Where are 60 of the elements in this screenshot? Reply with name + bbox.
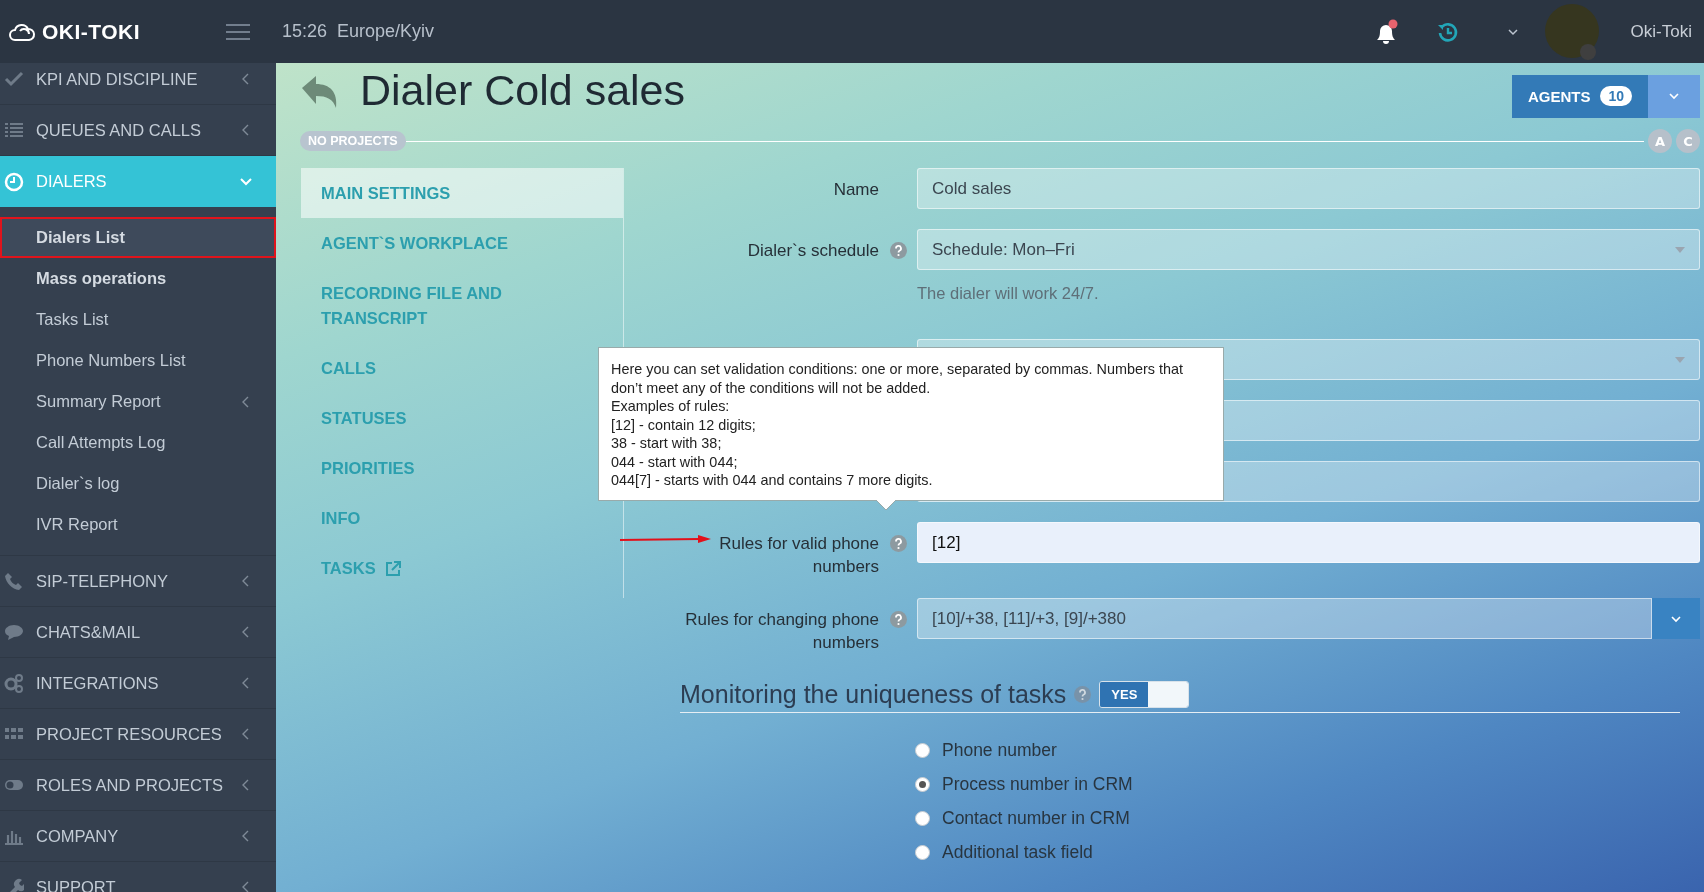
radio-option[interactable]: Phone number bbox=[915, 737, 1700, 764]
caret-icon bbox=[1668, 92, 1680, 100]
toggle-switch[interactable]: YES bbox=[1099, 681, 1190, 708]
help-icon[interactable] bbox=[889, 611, 907, 628]
field-label: Name bbox=[833, 179, 879, 201]
submenu-item[interactable]: Call Attempts Log bbox=[0, 422, 276, 463]
radio-button[interactable] bbox=[915, 743, 930, 758]
chevron-down-icon bbox=[240, 175, 252, 188]
radio-option[interactable]: Process number in CRM bbox=[915, 771, 1700, 798]
submenu-item[interactable]: Phone Numbers List bbox=[0, 340, 276, 381]
tooltip-pointer bbox=[876, 499, 896, 511]
agents-count: 10 bbox=[1600, 86, 1632, 106]
input-field[interactable]: [10]/+38, [11]/+3, [9]/+380 bbox=[917, 598, 1652, 639]
current-time: 15:26 bbox=[282, 21, 328, 42]
submenu-item[interactable]: Tasks List bbox=[0, 299, 276, 340]
agents-button[interactable]: AGENTS 10 bbox=[1511, 74, 1648, 118]
radio-button[interactable] bbox=[915, 845, 930, 860]
page-title: Dialer Cold sales bbox=[360, 65, 686, 115]
submenu-item[interactable]: Dialer`s log bbox=[0, 463, 276, 504]
sidebar-menu-item[interactable]: KPI AND DISCIPLINE bbox=[0, 63, 276, 105]
field-hint: The dialer will work 24/7. bbox=[917, 284, 1100, 303]
radio-button[interactable] bbox=[915, 811, 930, 826]
input-field[interactable]: Cold sales bbox=[917, 168, 1700, 209]
submenu-item[interactable]: IVR Report bbox=[0, 504, 276, 545]
help-icon[interactable] bbox=[889, 242, 907, 259]
chat-bubble-icon bbox=[4, 622, 24, 642]
field-label: Rules for changing phone numbers bbox=[684, 609, 879, 654]
agents-dropdown-button[interactable] bbox=[1648, 74, 1700, 118]
external-link-icon bbox=[383, 559, 402, 578]
help-icon[interactable] bbox=[1074, 686, 1092, 703]
caret-icon[interactable] bbox=[1506, 27, 1519, 36]
menu-icon[interactable] bbox=[226, 23, 250, 40]
section-title: Monitoring the uniqueness of tasks bbox=[680, 680, 1067, 709]
caret-icon bbox=[1670, 614, 1682, 623]
submenu-item[interactable]: Summary Report bbox=[0, 381, 276, 422]
brand-name: OKI-TOKI bbox=[42, 19, 141, 44]
user-name[interactable]: Oki-Toki bbox=[1630, 21, 1692, 42]
gears-icon bbox=[4, 673, 24, 693]
phone-icon bbox=[4, 571, 24, 591]
field-label: Rules for valid phone numbers bbox=[718, 533, 879, 578]
input-field[interactable]: [12] bbox=[917, 522, 1700, 563]
radio-option[interactable]: Contact number in CRM bbox=[915, 805, 1700, 832]
cloud-logo-icon bbox=[8, 21, 36, 42]
submenu-item[interactable]: Mass operations bbox=[0, 258, 276, 299]
field-label: Dialer`s schedule bbox=[747, 240, 879, 262]
sidebar-menu-item[interactable]: CHATS&MAIL bbox=[0, 607, 276, 658]
dropdown-arrow-icon bbox=[1675, 246, 1685, 253]
radio-button[interactable] bbox=[915, 777, 930, 792]
radio-option[interactable]: Additional task field bbox=[915, 839, 1700, 866]
help-tooltip: Here you can set validation conditions: one or more, separated by commas. Numbers that don’t meet any of the conditions will not be added. Examples of rules: [12] - contain 12 digits; 38 - start with 38; 044 - start with 044; 044[7] - starts with 044 and contains 7 more digits. bbox=[598, 347, 1224, 501]
dropdown-arrow-icon bbox=[1675, 356, 1685, 363]
list-icon bbox=[4, 120, 24, 140]
submenu-item[interactable]: Dialers List bbox=[0, 217, 276, 258]
history-icon[interactable] bbox=[1436, 20, 1459, 43]
check-icon bbox=[4, 69, 24, 89]
project-badge: NO PROJECTS bbox=[300, 131, 406, 151]
timezone-label: Europe/Kyiv bbox=[337, 21, 435, 42]
help-icon[interactable] bbox=[889, 535, 907, 552]
select-field[interactable]: Schedule: Mon–Fri bbox=[917, 229, 1700, 270]
clock-icon bbox=[4, 171, 24, 192]
